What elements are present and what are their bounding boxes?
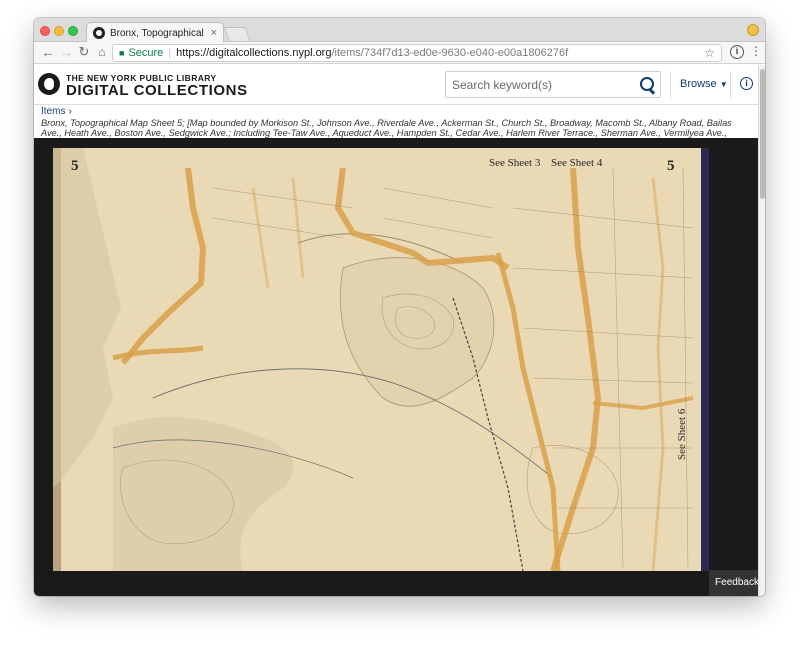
map-image[interactable]: 5 5 See Sheet 3 See Sheet 4 See Sheet 6 [53,148,709,571]
chevron-right-icon: › [68,106,72,117]
browser-window: Bronx, Topographical Map She × ← → ↻ ⌂ ■… [34,18,765,596]
site-header: THE NEW YORK PUBLIC LIBRARY DIGITAL COLL… [34,65,765,105]
info-extension-icon[interactable]: i [730,45,744,59]
tab-strip: Bronx, Topographical Map She × [34,18,765,43]
new-tab-button[interactable] [223,27,251,41]
caret-down-icon: ▼ [719,80,728,89]
image-viewer[interactable]: 5 5 See Sheet 3 See Sheet 4 See Sheet 6 … [34,138,758,596]
reload-icon[interactable]: ↻ [76,44,92,60]
profile-icon[interactable] [747,24,759,36]
header-divider [670,71,671,99]
page-scrollbar[interactable] [758,65,765,596]
browser-menu-icon[interactable]: ⋮ [750,44,762,58]
feedback-button[interactable]: Feedback [709,570,758,596]
tab-close-icon[interactable]: × [211,27,217,39]
url-host: https://digitalcollections.nypl.org [176,47,332,59]
browse-label: Browse [680,78,717,90]
see-sheet-4-label: See Sheet 4 [551,157,603,169]
lock-icon: ■ [119,48,125,58]
about-info-icon[interactable]: i [740,77,753,90]
search-input[interactable] [446,72,634,97]
forward-arrow-icon[interactable]: → [58,44,74,60]
breadcrumb-items-row: Items › [41,106,751,117]
map-labels: 5 5 See Sheet 3 See Sheet 4 See Sheet 6 [71,157,688,460]
address-separator: | [168,47,172,59]
search-box [445,71,661,98]
breadcrumb-items-link[interactable]: Items [41,106,65,117]
secure-label: Secure [128,47,164,59]
maximize-window-button[interactable] [68,26,78,36]
sheet-number-left: 5 [71,158,79,174]
address-bar[interactable]: ■ Secure | https://digitalcollections.ny… [112,44,722,62]
back-arrow-icon[interactable]: ← [40,44,56,60]
see-sheet-3-label: See Sheet 3 [489,157,541,169]
bookmark-star-icon[interactable]: ☆ [704,46,715,60]
logo-collections-name[interactable]: DIGITAL COLLECTIONS [66,82,248,99]
search-icon[interactable] [634,72,660,97]
breadcrumb: Items › Bronx, Topographical Map Sheet 5;… [34,105,758,148]
nypl-favicon-icon [93,27,105,39]
minimize-window-button[interactable] [54,26,64,36]
tab-title: Bronx, Topographical Map She [110,27,207,39]
url-path: /items/734f7d13-ed0e-9630-e040-e00a18062… [331,47,569,59]
browser-tab[interactable]: Bronx, Topographical Map She × [86,22,224,43]
see-sheet-6-label: See Sheet 6 [676,408,688,460]
sheet-number-right: 5 [667,158,675,174]
scrollbar-thumb[interactable] [760,69,765,199]
browse-button[interactable]: Browse ▼ [680,78,728,90]
header-divider [730,71,731,99]
home-icon[interactable]: ⌂ [94,44,110,60]
browser-toolbar: ← → ↻ ⌂ ■ Secure | https://digitalcollec… [34,42,765,64]
nypl-lion-logo-icon[interactable] [38,73,60,95]
close-window-button[interactable] [40,26,50,36]
